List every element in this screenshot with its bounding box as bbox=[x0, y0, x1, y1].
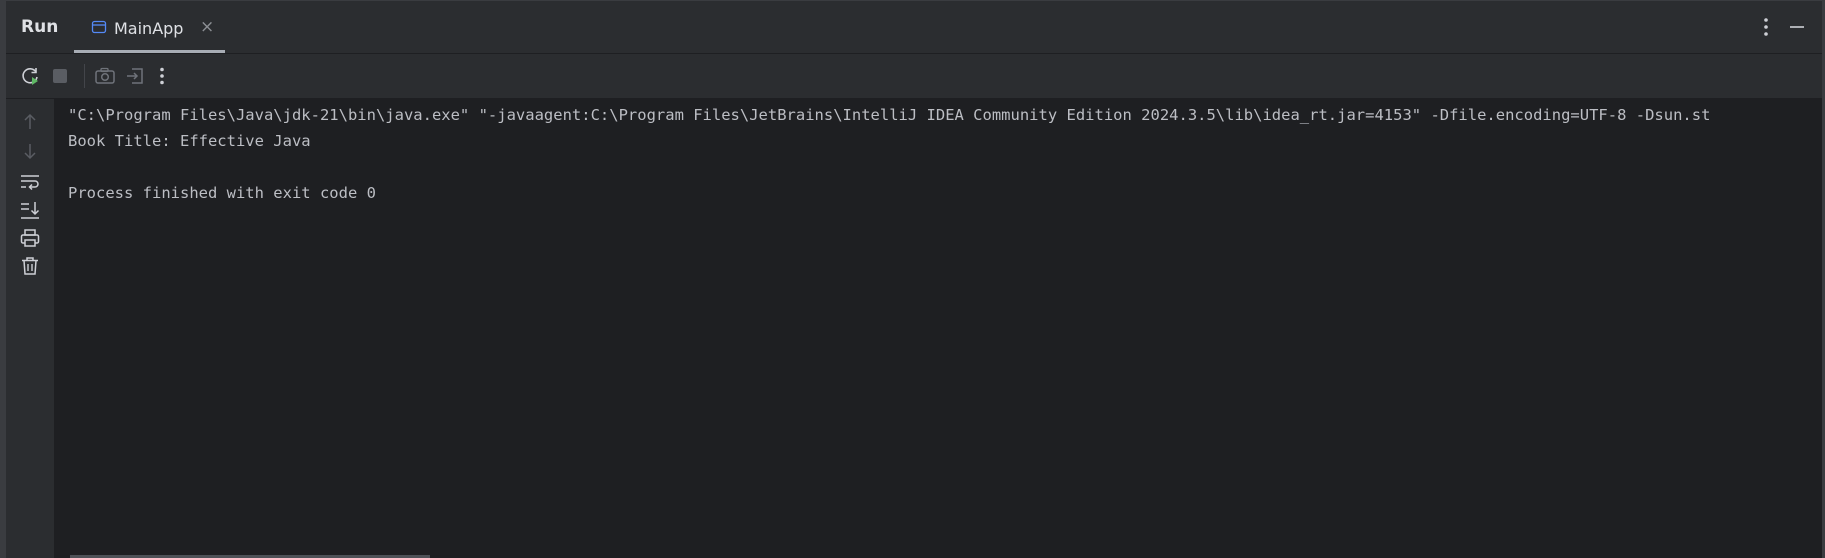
tool-window-header: Run MainApp × bbox=[6, 1, 1822, 54]
rerun-icon[interactable] bbox=[18, 64, 42, 88]
more-vertical-icon[interactable] bbox=[150, 64, 174, 88]
tab-label: MainApp bbox=[114, 19, 184, 38]
console-side-toolbar bbox=[6, 99, 54, 558]
camera-icon[interactable] bbox=[93, 64, 117, 88]
exit-icon[interactable] bbox=[123, 64, 147, 88]
arrow-up-icon[interactable] bbox=[18, 110, 42, 134]
console-line-output: Book Title: Effective Java bbox=[68, 132, 311, 150]
arrow-down-icon[interactable] bbox=[18, 139, 42, 163]
more-vertical-icon[interactable] bbox=[1761, 15, 1771, 39]
application-icon bbox=[91, 19, 107, 35]
console-line-command: "C:\Program Files\Java\jdk-21\bin\java.e… bbox=[68, 106, 1711, 124]
trash-icon[interactable] bbox=[18, 254, 42, 278]
run-toolbar bbox=[6, 54, 1822, 99]
close-icon[interactable]: × bbox=[200, 17, 214, 37]
print-icon[interactable] bbox=[18, 226, 42, 250]
minimize-icon[interactable] bbox=[1788, 15, 1806, 39]
run-title: Run bbox=[21, 17, 59, 37]
soft-wrap-icon[interactable] bbox=[18, 170, 42, 194]
scroll-to-end-icon[interactable] bbox=[18, 198, 42, 222]
console-output[interactable]: "C:\Program Files\Java\jdk-21\bin\java.e… bbox=[55, 99, 1822, 558]
stop-icon[interactable] bbox=[48, 64, 72, 88]
toolbar-separator bbox=[84, 64, 85, 88]
tab-mainapp[interactable]: MainApp × bbox=[74, 1, 225, 53]
active-tab-indicator bbox=[74, 50, 225, 53]
console-line-exit: Process finished with exit code 0 bbox=[68, 184, 376, 202]
